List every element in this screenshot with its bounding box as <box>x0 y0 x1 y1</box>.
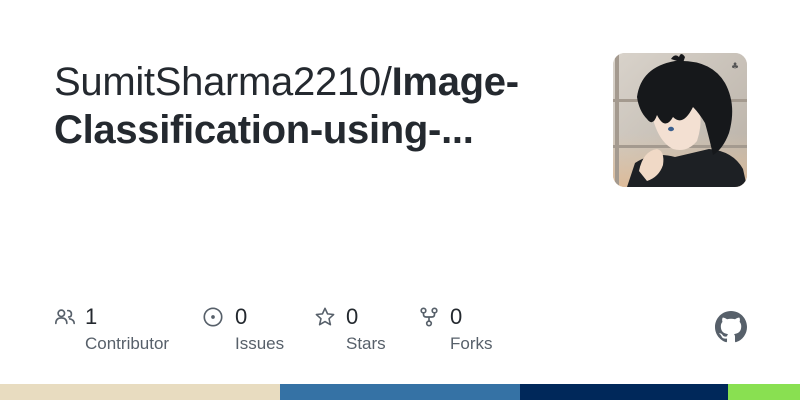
stat-label: Issues <box>235 334 285 353</box>
owner-avatar[interactable]: ♣ <box>613 53 747 187</box>
repo-owner: SumitSharma2210/ <box>54 60 392 104</box>
language-bar-segment <box>520 384 728 400</box>
repo-forked-icon <box>420 307 438 327</box>
stat-value: 0 <box>235 304 248 329</box>
stat-value: 0 <box>450 304 463 329</box>
stat-label: Stars <box>346 334 386 353</box>
stat-label: Contributor <box>85 334 170 353</box>
issue-opened-icon <box>203 307 223 327</box>
star-icon <box>315 307 335 326</box>
people-icon <box>55 309 75 325</box>
stat-value: 1 <box>85 304 98 329</box>
stat-value: 0 <box>346 304 359 329</box>
language-bar <box>0 384 800 400</box>
avatar-illustration: ♣ <box>613 53 747 187</box>
language-bar-segment <box>280 384 520 400</box>
stat-label: Forks <box>450 334 493 353</box>
repo-title: SumitSharma2210/Image-Classification-usi… <box>54 58 574 154</box>
repo-stats: 1 Contributor 0 Issues 0 Stars 0 Forks <box>54 304 574 364</box>
svg-text:♣: ♣ <box>731 62 739 72</box>
language-bar-segment <box>728 384 800 400</box>
github-mark-icon[interactable] <box>715 311 747 343</box>
language-bar-segment <box>0 384 280 400</box>
